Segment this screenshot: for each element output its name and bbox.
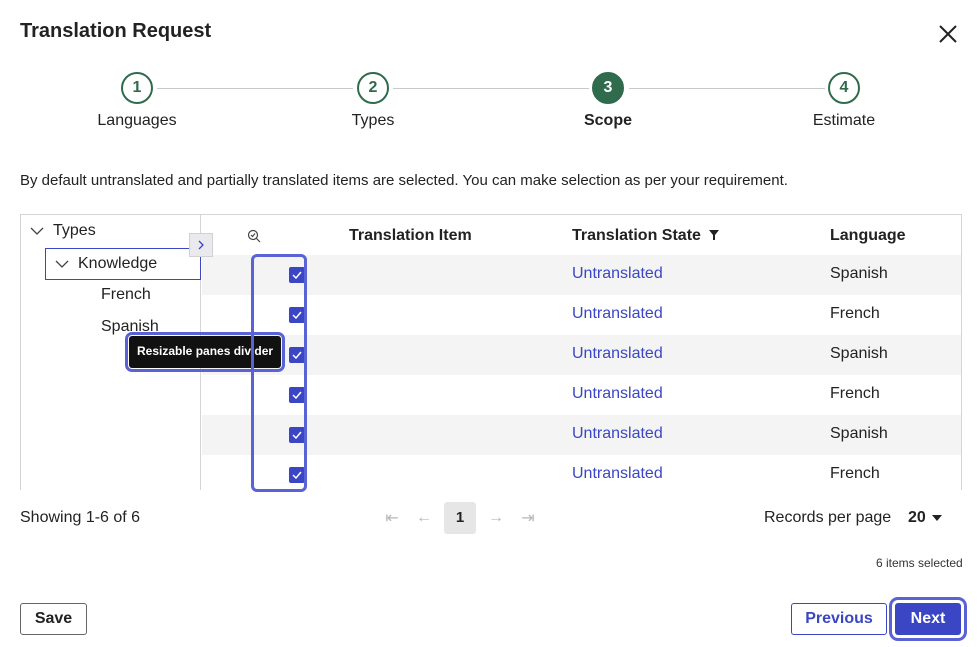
language-cell: French (830, 385, 880, 402)
last-page-icon[interactable]: ⇥ (516, 506, 540, 530)
step-number: 2 (357, 72, 389, 104)
row-checkbox[interactable] (289, 387, 305, 403)
check-icon (292, 311, 302, 319)
language-cell: French (830, 305, 880, 322)
tree-node-label: Knowledge (78, 255, 158, 272)
language-cell: French (830, 465, 880, 482)
tree-leaf-french[interactable]: French (101, 286, 151, 304)
table-row[interactable]: Untranslated French (202, 375, 961, 415)
next-button[interactable]: Next (889, 597, 967, 641)
chevron-down-icon[interactable] (29, 223, 45, 239)
col-header-label: Translation State (572, 227, 701, 244)
table-row[interactable]: Untranslated French (202, 455, 961, 490)
check-icon (292, 351, 302, 359)
row-checkbox[interactable] (289, 307, 305, 323)
check-icon (292, 271, 302, 279)
pagination: ⇤ ← 1 → ⇥ (376, 502, 544, 534)
tooltip: Resizable panes divider (124, 332, 286, 372)
translation-state-link[interactable]: Untranslated (572, 265, 663, 283)
language-cell: Spanish (830, 345, 888, 362)
step-label: Scope (583, 112, 632, 129)
step-types[interactable]: 2 Types (313, 72, 433, 130)
check-icon (292, 391, 302, 399)
table-row[interactable]: Untranslated French (202, 295, 961, 335)
table-row[interactable]: Untranslated Spanish (202, 335, 961, 375)
col-header-language[interactable]: Language (830, 227, 906, 245)
records-per-page-select[interactable]: 20 (908, 509, 943, 527)
chevron-right-icon (198, 240, 204, 250)
previous-button[interactable]: Previous (791, 603, 887, 635)
caret-down-icon (932, 515, 943, 521)
records-per-page-label: Records per page (764, 509, 892, 526)
row-checkbox[interactable] (289, 347, 305, 363)
chevron-down-icon[interactable] (54, 256, 70, 272)
filter-icon[interactable] (709, 230, 720, 240)
step-number: 4 (828, 72, 860, 104)
next-page-icon[interactable]: → (484, 506, 508, 530)
showing-count: Showing 1-6 of 6 (20, 509, 141, 526)
select-all-icon[interactable] (246, 228, 262, 244)
translation-state-link[interactable]: Untranslated (572, 465, 663, 483)
info-text: By default untranslated and partially tr… (20, 172, 788, 189)
page-number[interactable]: 1 (444, 502, 476, 534)
stepper: 1 Languages 2 Types 3 Scope 4 Estimate (0, 72, 979, 132)
grid-header: Translation Item Translation State Langu… (202, 215, 961, 255)
step-number: 3 (592, 72, 624, 104)
scope-panel: Types Knowledge French Spanish Translati… (20, 214, 962, 490)
pane-divider-button[interactable] (189, 233, 213, 257)
check-icon (292, 471, 302, 479)
prev-page-icon[interactable]: ← (412, 506, 436, 530)
step-number: 1 (121, 72, 153, 104)
records-per-page-value: 20 (908, 509, 926, 526)
translation-state-link[interactable]: Untranslated (572, 425, 663, 443)
step-label: Estimate (812, 112, 876, 129)
step-label: Languages (97, 112, 177, 129)
dialog-title: Translation Request (20, 20, 212, 42)
tree-leaf-spanish[interactable]: Spanish (101, 318, 159, 336)
tree-node-knowledge[interactable]: Knowledge (45, 248, 201, 280)
step-label: Types (351, 112, 395, 129)
col-header-translation-state[interactable]: Translation State (572, 227, 720, 245)
tree-root-types[interactable]: Types (29, 222, 96, 240)
save-button[interactable]: Save (20, 603, 87, 635)
language-cell: Spanish (830, 425, 888, 442)
tree-root-label: Types (53, 222, 96, 239)
close-icon[interactable] (936, 22, 960, 46)
table-row[interactable]: Untranslated Spanish (202, 255, 961, 295)
translation-state-link[interactable]: Untranslated (572, 345, 663, 363)
selected-count: 6 items selected (876, 556, 963, 570)
step-estimate[interactable]: 4 Estimate (784, 72, 904, 130)
step-languages[interactable]: 1 Languages (77, 72, 197, 130)
row-checkbox[interactable] (289, 467, 305, 483)
translation-state-link[interactable]: Untranslated (572, 305, 663, 323)
translation-state-link[interactable]: Untranslated (572, 385, 663, 403)
first-page-icon[interactable]: ⇤ (380, 506, 404, 530)
check-icon (292, 431, 302, 439)
row-checkbox[interactable] (289, 427, 305, 443)
table-row[interactable]: Untranslated Spanish (202, 415, 961, 455)
col-header-translation-item[interactable]: Translation Item (349, 227, 472, 245)
items-grid: Translation Item Translation State Langu… (202, 215, 961, 490)
step-scope[interactable]: 3 Scope (548, 72, 668, 130)
language-cell: Spanish (830, 265, 888, 282)
row-checkbox[interactable] (289, 267, 305, 283)
